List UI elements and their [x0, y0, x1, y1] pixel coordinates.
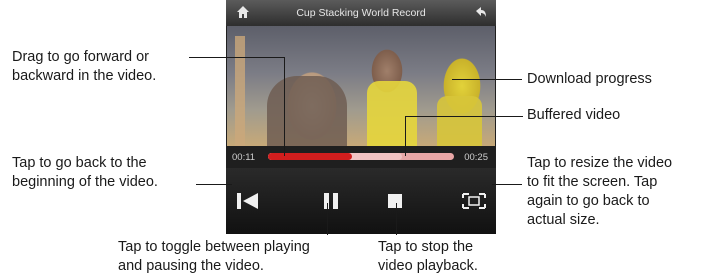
resize-button[interactable] [459, 186, 489, 216]
stop-icon [380, 186, 410, 216]
back-arrow-icon[interactable] [474, 5, 488, 19]
callout-drag: Drag to go forward or backward in the vi… [12, 49, 157, 84]
leader-line [396, 203, 397, 235]
pause-icon [316, 186, 346, 216]
callout-skip-back: Tap to go back to the beginning of the v… [12, 155, 158, 190]
elapsed-time: 00:11 [232, 152, 256, 163]
control-bar [226, 168, 496, 234]
total-time: 00:25 [464, 152, 488, 163]
leader-line [196, 184, 232, 185]
video-scene [235, 36, 245, 146]
leader-line [327, 203, 328, 235]
progress-bar[interactable] [268, 153, 454, 160]
skip-to-start-icon [232, 186, 262, 216]
leader-line [405, 116, 523, 117]
skip-to-start-button[interactable] [232, 186, 262, 216]
leader-line [452, 79, 522, 80]
title-bar: Cup Stacking World Record [226, 0, 496, 26]
progress-area: 00:11 00:25 [226, 148, 496, 166]
leader-line [492, 184, 522, 185]
callout-download: Download progress [527, 71, 652, 87]
callout-resize: Tap to resize the video to fit the scree… [527, 155, 673, 228]
stop-button[interactable] [380, 186, 410, 216]
callout-buffered: Buffered video [527, 107, 621, 123]
leader-line [189, 57, 285, 58]
played-bar[interactable] [268, 153, 352, 160]
leader-line [405, 116, 406, 156]
video-title: Cup Stacking World Record [296, 7, 426, 19]
video-frame[interactable] [227, 26, 495, 146]
play-pause-button[interactable] [316, 186, 346, 216]
resize-icon [459, 186, 489, 216]
leader-line [284, 57, 285, 156]
callout-play-pause: Tap to toggle between playing and pausin… [118, 239, 310, 274]
callout-stop: Tap to stop the video playback. [378, 239, 478, 274]
video-player: Cup Stacking World Record 00:11 00:25 [226, 0, 496, 234]
